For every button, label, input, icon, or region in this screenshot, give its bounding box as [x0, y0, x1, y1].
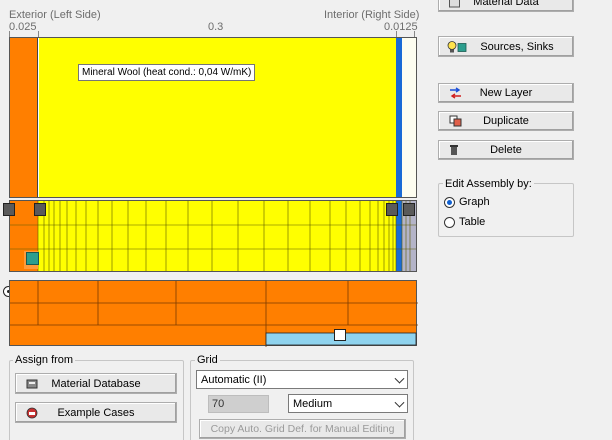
chevron-down-icon — [394, 397, 405, 408]
layer-bar-lines — [10, 281, 418, 347]
example-cases-icon — [26, 407, 38, 419]
document-icon — [449, 0, 460, 8]
radio-graph-dot[interactable] — [444, 196, 455, 208]
copy-grid-button[interactable]: Copy Auto. Grid Def. for Manual Editing — [199, 419, 406, 439]
layer-interior-board[interactable] — [402, 38, 416, 197]
layer-bar[interactable] — [9, 280, 418, 347]
sources-sinks-button[interactable]: Sources, Sinks — [438, 36, 574, 57]
trash-icon — [449, 144, 459, 156]
layer-mineral-wool[interactable] — [39, 38, 396, 197]
tick-label-left: 0.025 — [9, 21, 37, 33]
assign-from-title: Assign from — [13, 354, 76, 366]
tick-label-right: 0.0125 — [384, 21, 418, 33]
material-data-button[interactable]: Material Data — [438, 0, 574, 12]
material-database-button[interactable]: Material Database — [15, 373, 177, 394]
source-marker-icon[interactable] — [26, 252, 39, 265]
duplicate-button[interactable]: Duplicate — [438, 111, 574, 131]
grid-strip[interactable] — [9, 200, 417, 272]
tick-label-mid: 0.3 — [208, 21, 224, 33]
grid-mesh — [10, 201, 416, 271]
grid-mode-value: Automatic (II) — [201, 373, 267, 386]
delete-button[interactable]: Delete — [438, 140, 574, 160]
boundary-handle-icon[interactable] — [403, 203, 415, 216]
database-icon — [26, 378, 38, 390]
radio-table-dot[interactable] — [444, 216, 455, 228]
duplicate-icon — [449, 115, 462, 127]
boundary-handle-icon[interactable] — [3, 203, 15, 216]
grid-mode-select[interactable]: Automatic (II) — [196, 370, 408, 389]
grid-density-select[interactable]: Medium — [288, 394, 408, 413]
radio-table-label: Table — [459, 216, 486, 228]
material-tooltip: Mineral Wool (heat cond.: 0,04 W/mK) — [78, 64, 256, 81]
boundary-handle-icon[interactable] — [386, 203, 398, 216]
edit-assembly-group — [438, 183, 574, 237]
radio-graph-label: Graph — [459, 196, 490, 208]
interior-label: Interior (Right Side) — [324, 9, 420, 21]
new-layer-button[interactable]: New Layer — [438, 83, 574, 103]
chevron-down-icon — [394, 373, 405, 384]
edit-assembly-title: Edit Assembly by: — [443, 178, 534, 190]
grid-count-field[interactable]: 70 — [208, 395, 269, 413]
radio-graph[interactable]: Graph — [444, 196, 490, 208]
assign-from-group — [9, 360, 184, 440]
grid-density-value: Medium — [293, 397, 333, 410]
lightbulb-icon — [447, 40, 467, 53]
grid-count-value: 70 — [212, 398, 225, 410]
assembly-graph[interactable] — [9, 37, 417, 198]
exterior-label: Exterior (Left Side) — [9, 9, 101, 21]
layer-exterior-render[interactable] — [10, 38, 38, 197]
boundary-handle-icon[interactable] — [34, 203, 46, 216]
new-layer-icon — [449, 87, 462, 99]
resize-cursor-icon — [334, 329, 346, 341]
grid-title: Grid — [195, 354, 220, 366]
radio-table[interactable]: Table — [444, 216, 485, 228]
example-cases-button[interactable]: Example Cases — [15, 402, 177, 423]
